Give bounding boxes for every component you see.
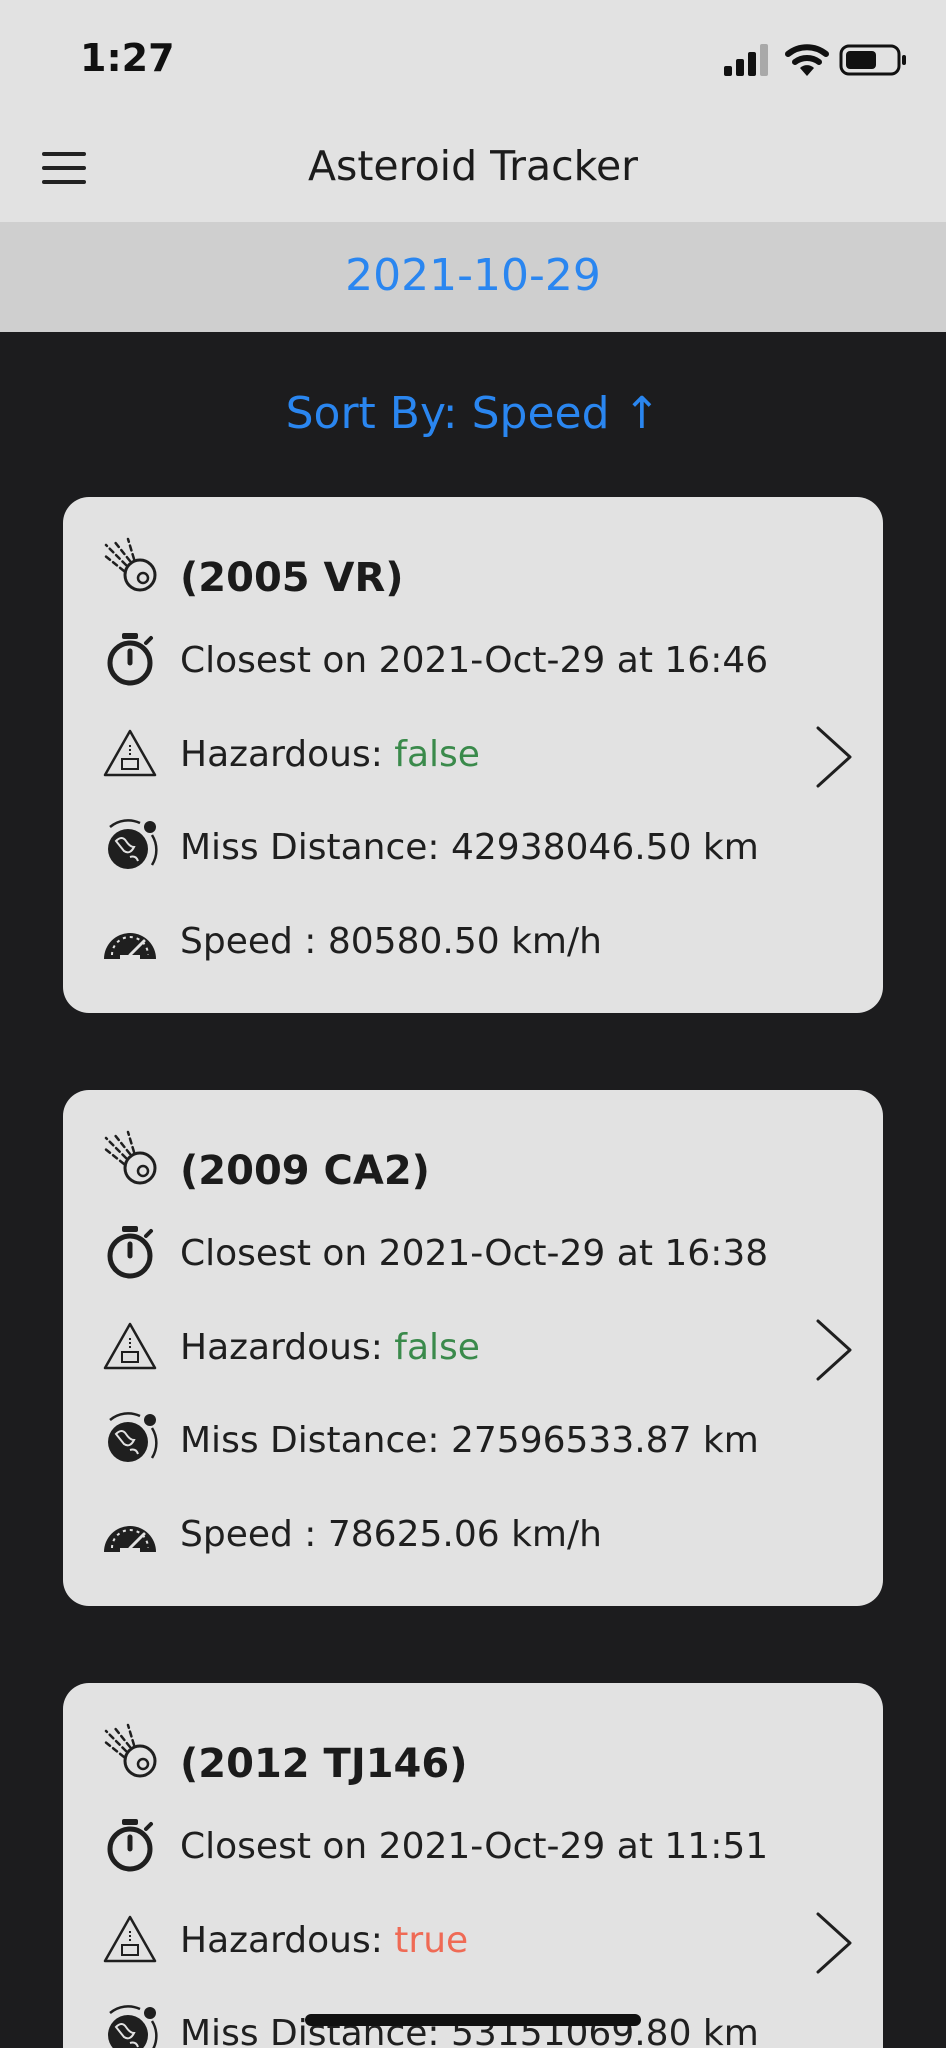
chevron-right-icon[interactable] (808, 722, 858, 792)
hazardous-value: false (394, 734, 480, 775)
asteroid-card[interactable]: (2012 TJ146) Closest on 2021-Oct-29 at 1… (63, 1683, 883, 2048)
date-picker-bar[interactable]: 2021-10-29 (0, 222, 946, 332)
hazardous-row: Hazardous: false (180, 734, 480, 775)
hazardous-label: Hazardous: (180, 1327, 395, 1368)
hazardous-value: true (394, 1920, 469, 1961)
stopwatch-icon (107, 1819, 153, 1872)
wifi-icon (785, 44, 829, 76)
hazardous-label: Hazardous: (180, 1920, 395, 1961)
sort-button[interactable]: Sort By: Speed ↑ (0, 388, 946, 439)
warning-icon (103, 729, 157, 777)
miss-distance-text: Miss Distance: 27596533.87 km (180, 1420, 759, 1461)
earth-distance-icon (108, 2005, 158, 2048)
meteor-icon (102, 1130, 157, 1185)
earth-distance-icon (108, 819, 158, 869)
chevron-right-icon[interactable] (808, 1908, 858, 1978)
hazardous-row: Hazardous: true (180, 1920, 468, 1961)
battery-icon (839, 44, 906, 76)
warning-icon (103, 1322, 157, 1370)
speedometer-icon (104, 933, 156, 959)
hazardous-row: Hazardous: false (180, 1327, 480, 1368)
asteroid-name: (2012 TJ146) (180, 1741, 468, 1787)
speedometer-icon (104, 1526, 156, 1552)
meteor-icon (102, 537, 157, 592)
closest-approach-text: Closest on 2021-Oct-29 at 11:51 (180, 1826, 769, 1867)
home-indicator[interactable] (305, 2014, 641, 2026)
cellular-signal-icon (724, 44, 768, 76)
speed-text: Speed : 78625.06 km/h (180, 1514, 602, 1555)
status-icons (724, 44, 906, 76)
speed-text: Speed : 80580.50 km/h (180, 921, 602, 962)
status-time: 1:27 (80, 36, 175, 80)
hazardous-value: false (394, 1327, 480, 1368)
page-title: Asteroid Tracker (307, 142, 639, 190)
closest-approach-text: Closest on 2021-Oct-29 at 16:46 (180, 640, 769, 681)
warning-icon (103, 1915, 157, 1963)
stopwatch-icon (107, 1226, 153, 1279)
hazardous-label: Hazardous: (180, 734, 395, 775)
chevron-right-icon[interactable] (808, 1315, 858, 1385)
nav-bar: Asteroid Tracker (0, 112, 946, 222)
asteroid-card[interactable]: (2005 VR) Closest on 2021-Oct-29 at 16:4… (63, 497, 883, 1013)
stopwatch-icon (107, 633, 153, 686)
asteroid-name: (2009 CA2) (180, 1148, 430, 1194)
miss-distance-text: Miss Distance: 42938046.50 km (180, 827, 759, 868)
date-button[interactable]: 2021-10-29 (0, 250, 946, 301)
meteor-icon (102, 1723, 157, 1778)
earth-distance-icon (108, 1412, 158, 1462)
asteroid-card[interactable]: (2009 CA2) Closest on 2021-Oct-29 at 16:… (63, 1090, 883, 1606)
asteroid-name: (2005 VR) (180, 555, 404, 601)
closest-approach-text: Closest on 2021-Oct-29 at 16:38 (180, 1233, 769, 1274)
status-bar: 1:27 (0, 0, 946, 112)
